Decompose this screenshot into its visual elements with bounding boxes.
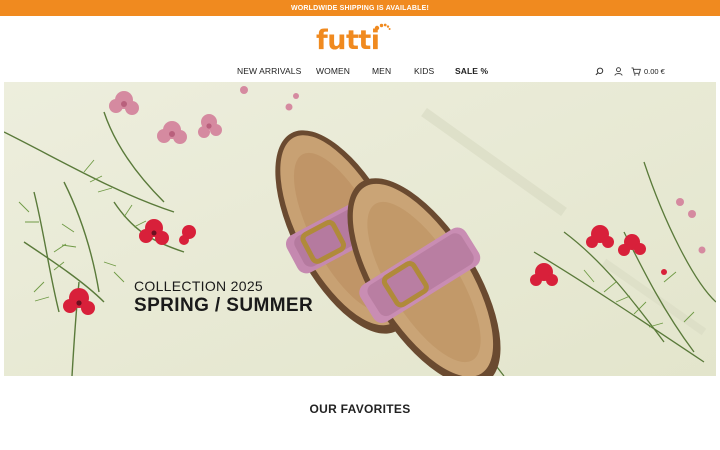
promo-bar: WORLDWIDE SHIPPING IS AVAILABLE!	[0, 0, 720, 16]
promo-text: WORLDWIDE SHIPPING IS AVAILABLE!	[290, 4, 430, 12]
footprint-icon	[374, 23, 391, 31]
nav-item-kids[interactable]: KIDS	[414, 66, 434, 76]
hero-image	[4, 82, 716, 376]
header-actions: 0.00 €	[594, 65, 665, 77]
nav-item-men[interactable]: MEN	[372, 66, 391, 76]
cart-total: 0.00 €	[644, 66, 665, 76]
nav-item-sale[interactable]: SALE %	[455, 66, 488, 76]
nav-item-women[interactable]: WOMEN	[316, 66, 350, 76]
favorites-heading: OUR FAVORITES	[309, 402, 411, 416]
cart-icon	[631, 66, 641, 76]
nav-item-new-arrivals[interactable]: NEW ARRIVALS	[237, 66, 301, 76]
hero-title: SPRING / SUMMER	[134, 295, 314, 316]
cart-button[interactable]: 0.00 €	[631, 67, 665, 76]
hero-banner[interactable]: COLLECTION 2025 SPRING / SUMMER	[4, 82, 716, 376]
hero-subtitle: COLLECTION 2025	[134, 278, 263, 294]
logo-text: futti	[316, 25, 380, 56]
search-icon[interactable]	[594, 66, 604, 76]
user-icon[interactable]	[613, 66, 623, 76]
brand-logo[interactable]: futti	[316, 22, 392, 54]
